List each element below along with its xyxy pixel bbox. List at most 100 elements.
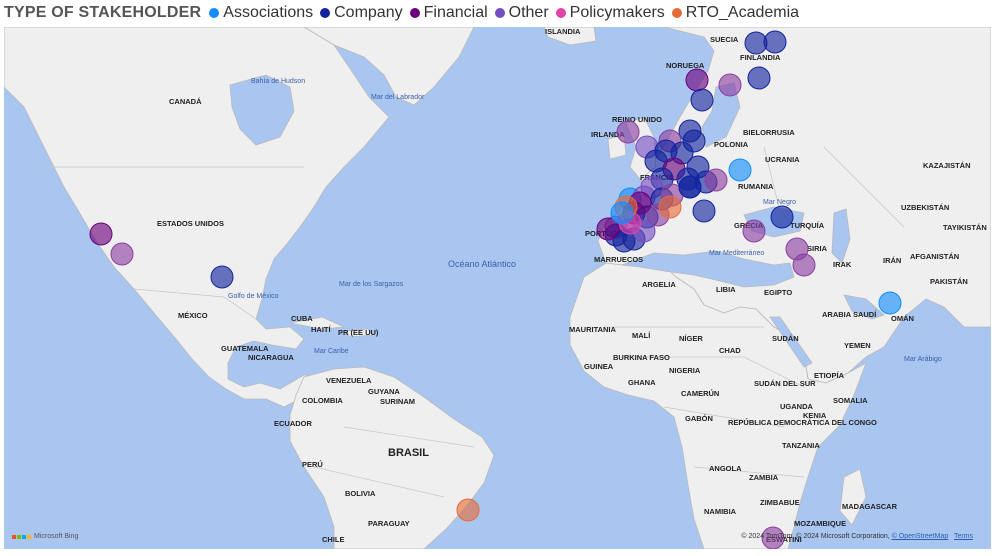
logo-square xyxy=(12,534,16,539)
stakeholder-bubble[interactable] xyxy=(878,291,902,315)
country-label: CAMERÚN xyxy=(681,389,719,398)
water-label: Bahía de Hudson xyxy=(251,78,305,85)
country-label: UGANDA xyxy=(780,402,813,411)
stakeholder-bubble[interactable] xyxy=(718,73,742,97)
stakeholder-bubble[interactable] xyxy=(792,253,816,277)
logo-square xyxy=(17,534,21,539)
country-label: IRÁN xyxy=(883,256,901,265)
country-label: GUATEMALA xyxy=(221,344,269,353)
water-label: Mar Arábigo xyxy=(904,356,942,363)
country-label: TANZANIA xyxy=(782,441,820,450)
country-label: ZAMBIA xyxy=(749,473,779,482)
legend-dot xyxy=(320,8,331,18)
bing-logo: Microsoft Bing xyxy=(12,533,78,540)
stakeholder-bubble[interactable] xyxy=(610,201,634,225)
legend-label: Company xyxy=(334,4,403,21)
country-label: IRAK xyxy=(833,260,852,269)
country-label: BIELORRUSIA xyxy=(743,128,795,137)
attribution-text: © 2024 TomTom, © 2024 Microsoft Corporat… xyxy=(741,533,890,540)
country-label: OMÁN xyxy=(891,314,914,323)
stakeholder-bubble[interactable] xyxy=(742,219,766,243)
legend-dot xyxy=(209,8,220,18)
country-label: REINO UNIDO xyxy=(612,115,662,124)
land-layer xyxy=(4,27,991,549)
country-label: ECUADOR xyxy=(274,419,313,428)
stakeholder-bubble[interactable] xyxy=(110,242,134,266)
country-label: NÍGER xyxy=(679,334,703,343)
country-label: LIBIA xyxy=(716,285,736,294)
country-label: MAURITANIA xyxy=(569,325,617,334)
country-label: SOMALIA xyxy=(833,396,868,405)
country-label: POLONIA xyxy=(714,140,749,149)
country-label: MÉXICO xyxy=(178,311,208,320)
stakeholder-bubble[interactable] xyxy=(89,222,113,246)
legend-dot xyxy=(409,8,420,18)
bing-label: Microsoft Bing xyxy=(34,533,79,540)
country-label: AFGANISTÁN xyxy=(910,252,959,261)
osm-link[interactable]: © OpenStreetMap xyxy=(892,533,949,540)
country-label: FINLANDIA xyxy=(740,53,781,62)
country-label: GUYANA xyxy=(368,387,400,396)
country-label: CUBA xyxy=(291,314,313,323)
country-label: SUECIA xyxy=(710,35,739,44)
country-label: CHILE xyxy=(322,535,345,544)
legend-item-financial[interactable]: Financial xyxy=(409,4,488,22)
stakeholder-bubble[interactable] xyxy=(685,68,709,92)
stakeholder-bubble[interactable] xyxy=(658,195,682,219)
water-label: Mar de los Sargazos xyxy=(339,281,404,288)
country-label: MARRUECOS xyxy=(594,255,643,264)
country-label: BRASIL xyxy=(388,447,429,459)
country-label: ESTADOS UNIDOS xyxy=(157,219,224,228)
stakeholder-bubble[interactable] xyxy=(704,168,728,192)
stakeholder-bubble[interactable] xyxy=(747,66,771,90)
country-label: BURKINA FASO xyxy=(613,353,670,362)
water-label: Mar Caribe xyxy=(314,348,349,355)
country-label: SUDÁN xyxy=(772,334,799,343)
country-label: GHANA xyxy=(628,378,656,387)
stakeholder-bubble[interactable] xyxy=(770,205,794,229)
country-label: MOZAMBIQUE xyxy=(794,519,846,528)
country-label: GUINEA xyxy=(584,362,614,371)
country-label: EGIPTO xyxy=(764,288,792,297)
stakeholder-bubble[interactable] xyxy=(692,199,716,223)
country-label: SUDÁN DEL SUR xyxy=(754,379,816,388)
stakeholder-bubble[interactable] xyxy=(210,265,234,289)
country-label: COLOMBIA xyxy=(302,396,343,405)
legend-item-other[interactable]: Other xyxy=(494,4,549,22)
legend-item-rto-academia[interactable]: RTO_Academia xyxy=(671,4,800,22)
country-label: PR (EE UU) xyxy=(338,328,379,337)
country-label: REPÚBLICA DEMOCRÁTICA DEL CONGO xyxy=(728,418,877,427)
country-label: MADAGASCAR xyxy=(842,502,898,511)
legend-dot xyxy=(494,8,505,18)
country-label: KAZAJISTÁN xyxy=(923,161,971,170)
logo-square xyxy=(27,534,31,539)
country-label: NORUEGA xyxy=(666,61,705,70)
legend-dot xyxy=(555,8,566,18)
country-label: UZBEKISTÁN xyxy=(901,203,949,212)
stakeholder-bubble[interactable] xyxy=(690,88,714,112)
water-label: Mar Negro xyxy=(763,199,796,206)
water-label: Golfo de México xyxy=(228,293,279,300)
legend-label: RTO_Academia xyxy=(685,4,800,21)
map-canvas[interactable]: CANADÁ ESTADOS UNIDOS MÉXICO CUBA HAITÍ … xyxy=(4,27,991,549)
country-label: MALÍ xyxy=(632,331,651,340)
legend-item-company[interactable]: Company xyxy=(320,4,403,22)
country-label: ARGELIA xyxy=(642,280,676,289)
country-label: SIRIA xyxy=(807,244,828,253)
country-label: PERÚ xyxy=(302,460,323,469)
legend-item-policymakers[interactable]: Policymakers xyxy=(555,4,665,22)
country-label: TAYIKISTÁN xyxy=(943,223,987,232)
map-svg: CANADÁ ESTADOS UNIDOS MÉXICO CUBA HAITÍ … xyxy=(4,27,991,549)
stakeholder-bubble[interactable] xyxy=(678,175,702,199)
stakeholder-bubble[interactable] xyxy=(616,120,640,144)
terms-link[interactable]: Terms xyxy=(954,533,973,540)
country-label: VENEZUELA xyxy=(326,376,372,385)
stakeholder-bubble[interactable] xyxy=(456,498,480,522)
stakeholder-bubble[interactable] xyxy=(763,30,787,54)
country-label: GABÓN xyxy=(685,414,713,423)
stakeholder-bubble[interactable] xyxy=(728,158,752,182)
country-label: NIGERIA xyxy=(669,366,701,375)
country-label: ZIMBABUE xyxy=(760,498,800,507)
logo-square xyxy=(22,534,26,539)
legend-item-associations[interactable]: Associations xyxy=(209,4,313,22)
